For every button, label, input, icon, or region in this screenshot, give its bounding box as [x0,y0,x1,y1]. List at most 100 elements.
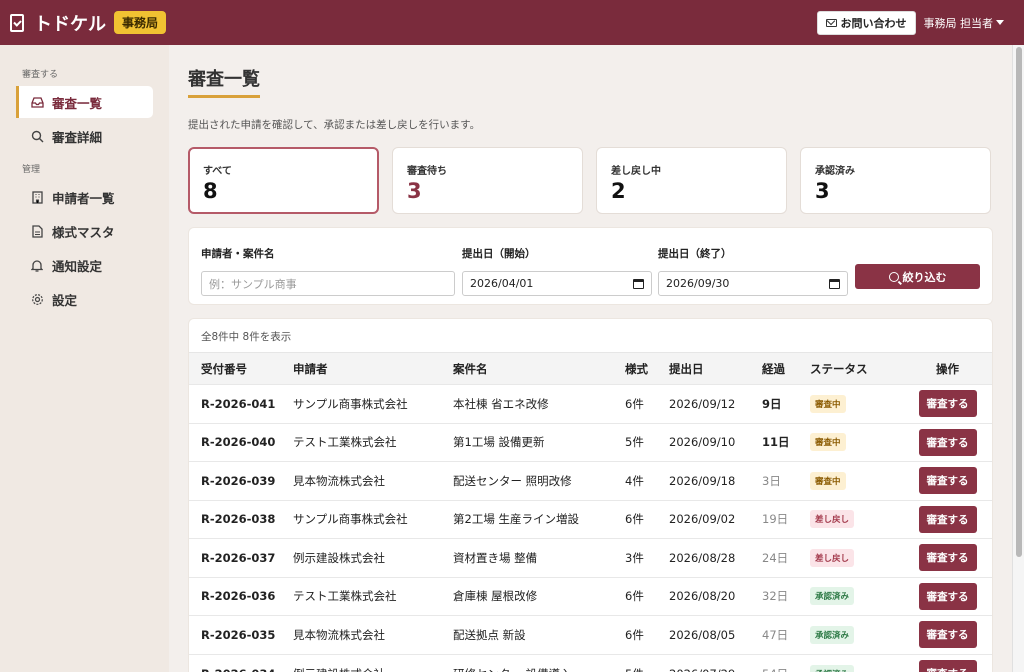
elapsed-days: 24日 [762,538,810,577]
stat-label: 承認済み [815,166,855,177]
page-description: 提出された申請を確認して、承認または差し戻しを行います。 [188,119,481,131]
table-row[interactable]: R-2026-038 サンプル商事株式会社 第2工場 生産ライン増設 6件 2026/0… [189,499,992,539]
applicant-search-input[interactable]: 例：サンプル商事 [201,271,455,296]
table-row[interactable]: R-2026-037 例示建設株式会社 資材置き場 整備 3件 2026/08/28 24… [189,538,992,577]
action-cell: 審査する [903,615,992,654]
stat-value: 3 [407,179,422,203]
status-cell: 審査中 [810,384,903,423]
column-header[interactable]: 受付番号 [189,353,293,385]
receipt-number: R-2026-035 [189,615,293,654]
sidebar-item-label: 申請者一覧 [52,190,115,206]
sidebar-item-notifications[interactable]: 通知設定 [16,249,153,281]
status-cell: 審査中 [810,461,903,500]
column-header[interactable]: ステータス [810,353,903,385]
stat-card-approved[interactable]: 承認済み 3 [800,147,991,214]
column-header: 操作 [936,361,959,376]
sidebar-item-settings[interactable]: 設定 [16,283,153,315]
caret-down-icon [996,20,1004,25]
submitted-date: 2026/08/20 [669,576,762,616]
elapsed-days: 19日 [762,499,810,539]
column-header[interactable]: 提出日 [669,353,762,385]
receipt-number: R-2026-038 [189,499,293,539]
sidebar-section-label: 管理 [22,165,41,175]
status-cell: 承認済み [810,653,903,672]
status-cell: 差し戻し [810,499,903,539]
sidebar-item-review-list[interactable]: 審査一覧 [16,86,153,118]
scrollbar-thumb[interactable] [1016,47,1022,557]
search-icon [30,129,44,143]
sidebar-item-applicants[interactable]: 申請者一覧 [16,181,153,213]
calendar-icon[interactable] [829,278,840,289]
table-row[interactable]: R-2026-034例示建設株式会社研修センター 設備導入5件2026/07/2… [189,653,992,672]
result-count: 全8件中 8件を表示 [201,331,292,343]
applicant-name: 見本物流株式会社 [293,615,453,654]
sidebar: 審査する 審査一覧 審査詳細 管理 申請者一覧 様式マスタ 通知設定 設定 [0,45,169,672]
elapsed-days: 54日 [762,653,810,672]
receipt-number: R-2026-040 [189,422,293,462]
end-date-input[interactable]: 2026/09/30 [658,271,848,296]
table-row[interactable]: R-2026-039 見本物流株式会社 配送センター 照明改修 4件 2026/09/1… [189,461,992,500]
role-badge: 事務局 [114,11,167,34]
end-date-value: 2026/09/30 [666,277,730,290]
end-date-filter: 提出日（終了） 2026/09/30 [658,246,848,296]
user-menu[interactable]: 事務局 担当者 [924,15,1015,31]
gear-icon [30,292,44,306]
column-header[interactable]: 申請者 [293,353,453,385]
review-button[interactable]: 審査する [918,467,977,495]
main-content: 審査一覧 提出された申請を確認して、承認または差し戻しを行います。 すべて 8 … [169,45,1012,672]
start-date-filter: 提出日（開始） 2026/04/01 [462,246,652,296]
status-badge: 承認済み [810,625,855,644]
header-actions: お問い合わせ 事務局 担当者 [816,10,1015,35]
column-header[interactable]: 案件名 [453,353,625,385]
building-icon [30,190,44,204]
inbox-icon [30,95,44,109]
column-header[interactable]: 様式 [625,353,669,385]
sidebar-item-label: 通知設定 [52,258,103,274]
table-row[interactable]: R-2026-040 テスト工業株式会社 第1工場 設備更新 5件 2026/09/10… [189,422,992,462]
review-button[interactable]: 審査する [918,390,977,418]
receipt-number: R-2026-034 [189,653,293,672]
filter-button[interactable]: 絞り込む [855,264,980,289]
table-row[interactable]: R-2026-041 サンプル商事株式会社 本社棟 省エネ改修 6件 2026/09/1… [189,384,992,423]
contact-button-label: お問い合わせ [840,16,907,30]
action-cell: 審査する [903,576,992,616]
stat-card-pending[interactable]: 審査待ち 3 [392,147,583,214]
action-cell: 審査する [903,461,992,500]
review-button[interactable]: 審査する [918,621,977,649]
column-header[interactable]: 経過 [762,353,810,385]
applicant-name: 見本物流株式会社 [293,461,453,500]
status-summary: すべて 8 審査待ち 3 差し戻し中 2 承認済み 3 [188,147,992,214]
stat-label: すべて [203,166,232,177]
calendar-icon[interactable] [633,278,644,289]
review-button[interactable]: 審査する [918,544,977,572]
review-button[interactable]: 審査する [918,582,977,610]
start-date-input[interactable]: 2026/04/01 [462,271,652,296]
case-name: 研修センター 設備導入 [453,653,625,672]
form-count: 5件 [625,422,669,462]
stat-card-returned[interactable]: 差し戻し中 2 [596,147,787,214]
sidebar-item-review-detail[interactable]: 審査詳細 [16,120,153,152]
status-cell: 審査中 [810,422,903,462]
applicant-filter-label: 申請者・案件名 [201,248,275,260]
status-badge: 承認済み [810,587,855,606]
stat-card-all[interactable]: すべて 8 [188,147,379,214]
submitted-date: 2026/09/18 [669,461,762,500]
table-row[interactable]: R-2026-035 見本物流株式会社 配送拠点 新設 6件 2026/08/05 47日… [189,615,992,654]
mail-icon [825,18,837,27]
case-name: 第1工場 設備更新 [453,422,625,462]
receipt-number: R-2026-037 [189,538,293,577]
review-button[interactable]: 審査する [918,660,977,672]
contact-button[interactable]: お問い合わせ [816,10,916,35]
elapsed-days: 3日 [762,461,810,500]
review-button[interactable]: 審査する [918,428,977,456]
sidebar-item-form-master[interactable]: 様式マスタ [16,215,153,247]
sidebar-item-label: 設定 [52,292,78,308]
elapsed-days: 47日 [762,615,810,654]
table-row[interactable]: R-2026-036 テスト工業株式会社 倉庫棟 屋根改修 6件 2026/08/20 3… [189,576,992,616]
page-scrollbar[interactable] [1012,45,1024,672]
review-button[interactable]: 審査する [918,505,977,533]
app-title[interactable]: トドケル [34,10,106,36]
applicant-filter: 申請者・案件名 例：サンプル商事 [201,246,455,296]
elapsed-days: 11日 [762,422,810,462]
applicant-name: サンプル商事株式会社 [293,499,453,539]
